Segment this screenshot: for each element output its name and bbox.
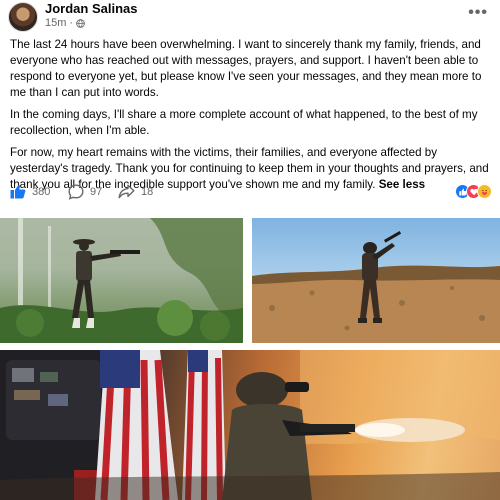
post-header: Jordan Salinas 15m · ••• — [0, 0, 500, 34]
like-count: 380 — [32, 185, 51, 198]
author-name[interactable]: Jordan Salinas — [45, 1, 137, 16]
post-body: The last 24 hours have been overwhelming… — [10, 37, 494, 199]
engagement-bar: 380 97 18 — [10, 184, 494, 204]
photo-1-scene — [0, 218, 243, 343]
post-photo-3[interactable] — [0, 350, 500, 500]
author-avatar[interactable] — [8, 2, 38, 32]
post-photo-1[interactable] — [0, 218, 243, 343]
post-meta: 15m · — [45, 17, 85, 29]
like-button[interactable]: 380 — [10, 184, 50, 199]
more-options-icon[interactable]: ••• — [468, 4, 488, 22]
share-button[interactable]: 18 — [118, 184, 153, 199]
meta-separator: · — [69, 17, 74, 29]
care-reaction-icon — [477, 184, 492, 199]
comment-bubble-icon — [68, 184, 84, 200]
globe-icon — [76, 18, 85, 28]
post-time[interactable]: 15m — [45, 17, 66, 29]
photo-3-scene — [0, 350, 500, 500]
comment-count: 97 — [90, 186, 103, 198]
post-photo-2[interactable] — [252, 218, 500, 343]
comment-button[interactable]: 97 — [68, 184, 102, 200]
post-paragraph-1: The last 24 hours have been overwhelming… — [10, 38, 482, 99]
reaction-summary[interactable] — [455, 184, 492, 199]
share-count: 18 — [141, 185, 154, 198]
thumbs-up-icon — [10, 184, 26, 199]
post-paragraph-2: In the coming days, I'll share a more co… — [10, 108, 478, 137]
share-arrow-icon — [118, 184, 135, 199]
photo-2-scene — [252, 230, 500, 343]
